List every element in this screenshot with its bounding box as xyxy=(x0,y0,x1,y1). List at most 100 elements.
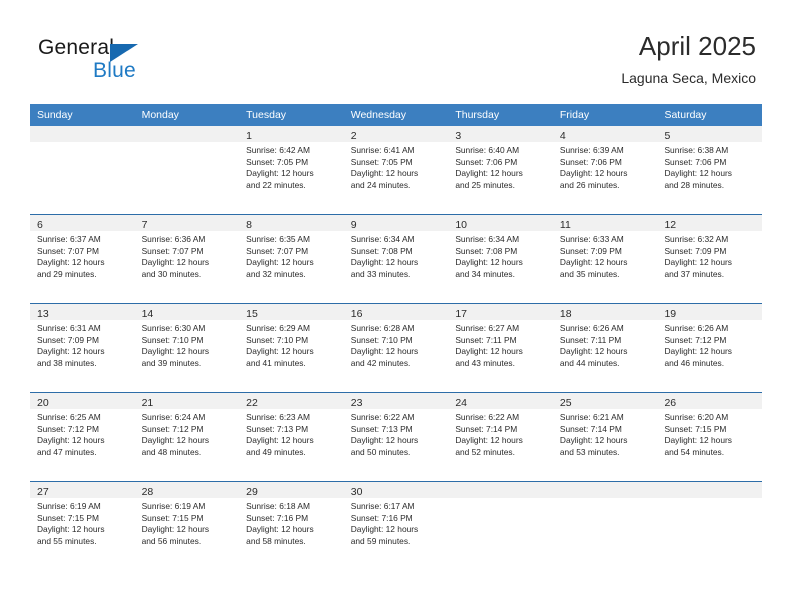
sunset-text: Sunset: 7:05 PM xyxy=(350,156,413,167)
day-cell[interactable]: 20 Sunrise: 6:25 AM Sunset: 7:12 PM Dayligh… xyxy=(30,393,135,481)
day-cell[interactable]: 5 Sunrise: 6:38 AM Sunset: 7:06 PM Daylight… xyxy=(657,126,763,214)
day-cell[interactable]: 30 Sunrise: 6:17 AM Sunset: 7:16 PM Dayligh… xyxy=(343,482,449,570)
day-number-strip: 28 xyxy=(134,482,240,498)
week-row: 20 Sunrise: 6:25 AM Sunset: 7:12 PM Dayligh… xyxy=(30,392,763,481)
sunrise-text: Sunrise: 6:20 AM xyxy=(664,412,729,422)
day-cell[interactable]: 19 Sunrise: 6:26 AM Sunset: 7:12 PM Dayligh… xyxy=(657,304,763,392)
day-cell[interactable]: 1 Sunrise: 6:42 AM Sunset: 7:05 PM Daylight… xyxy=(239,126,344,214)
sunset-text: Sunset: 7:12 PM xyxy=(37,423,99,434)
daylight-text-line1: Daylight: 12 hours xyxy=(37,524,105,535)
day-cell[interactable]: 29 Sunrise: 6:18 AM Sunset: 7:16 PM Dayligh… xyxy=(239,482,344,570)
day-cell[interactable]: 27 Sunrise: 6:19 AM Sunset: 7:15 PM Dayligh… xyxy=(30,482,135,570)
day-number: 22 xyxy=(246,397,258,409)
daylight-text-line1: Daylight: 12 hours xyxy=(246,257,314,268)
daylight-text-line1: Daylight: 12 hours xyxy=(141,435,210,446)
day-details: Sunrise: 6:22 AM Sunset: 7:13 PM Daylight:… xyxy=(344,409,449,458)
daylight-text-line1: Daylight: 12 hours xyxy=(141,346,210,357)
daylight-text-line1: Daylight: 12 hours xyxy=(455,257,523,268)
day-cell[interactable]: 11 Sunrise: 6:33 AM Sunset: 7:09 PM Dayligh… xyxy=(552,215,658,303)
day-details: Sunrise: 6:21 AM Sunset: 7:14 PM Daylight:… xyxy=(553,409,658,458)
day-number-strip: 16 xyxy=(343,304,449,320)
day-number: 30 xyxy=(350,486,363,498)
day-number-strip: 23 xyxy=(343,393,449,409)
daylight-text-line2: and 54 minutes. xyxy=(664,446,725,457)
day-number: 12 xyxy=(664,219,677,231)
day-number-strip: 8 xyxy=(239,215,344,231)
day-details: Sunrise: 6:27 AM Sunset: 7:11 PM Daylight:… xyxy=(448,320,553,369)
day-number: 28 xyxy=(141,486,154,498)
day-number-strip: 5 xyxy=(657,126,763,142)
day-details: Sunrise: 6:28 AM Sunset: 7:10 PM Daylight:… xyxy=(344,320,449,369)
day-cell[interactable]: 13 Sunrise: 6:31 AM Sunset: 7:09 PM Dayligh… xyxy=(30,304,135,392)
brand-logo[interactable]: General Blue xyxy=(38,36,248,88)
sunrise-text: Sunrise: 6:35 AM xyxy=(246,234,310,244)
day-details: Sunrise: 6:36 AM Sunset: 7:07 PM Daylight:… xyxy=(135,231,240,280)
day-cell[interactable]: 4 Sunrise: 6:39 AM Sunset: 7:06 PM Daylight… xyxy=(552,126,658,214)
day-cell[interactable]: 21 Sunrise: 6:24 AM Sunset: 7:12 PM Dayligh… xyxy=(134,393,240,481)
day-cell[interactable]: 2 Sunrise: 6:41 AM Sunset: 7:05 PM Daylight… xyxy=(343,126,449,214)
sunset-text: Sunset: 7:14 PM xyxy=(559,423,622,434)
day-number-strip: 13 xyxy=(30,304,135,320)
daylight-text-line2: and 25 minutes. xyxy=(455,179,515,190)
daylight-text-line1: Daylight: 12 hours xyxy=(141,524,210,535)
day-cell[interactable]: 16 Sunrise: 6:28 AM Sunset: 7:10 PM Dayligh… xyxy=(343,304,449,392)
day-number-strip xyxy=(448,482,553,498)
day-cell[interactable]: 28 Sunrise: 6:19 AM Sunset: 7:15 PM Dayligh… xyxy=(134,482,240,570)
daylight-text-line1: Daylight: 12 hours xyxy=(559,346,628,357)
day-cell[interactable]: 17 Sunrise: 6:27 AM Sunset: 7:11 PM Dayligh… xyxy=(448,304,553,392)
sunrise-text: Sunrise: 6:22 AM xyxy=(455,412,520,422)
day-number: 5 xyxy=(664,130,671,142)
day-number-strip: 19 xyxy=(657,304,763,320)
day-details: Sunrise: 6:41 AM Sunset: 7:05 PM Daylight:… xyxy=(344,142,449,191)
day-number-strip: 12 xyxy=(657,215,763,231)
page-subtitle: Laguna Seca, Mexico xyxy=(621,70,756,86)
sunrise-text: Sunrise: 6:42 AM xyxy=(246,145,310,155)
weekday-header-monday: Monday xyxy=(141,109,179,121)
day-cell[interactable]: 22 Sunrise: 6:23 AM Sunset: 7:13 PM Dayligh… xyxy=(239,393,344,481)
day-number: 27 xyxy=(37,486,49,498)
day-cell[interactable]: 18 Sunrise: 6:26 AM Sunset: 7:11 PM Dayligh… xyxy=(552,304,658,392)
day-cell[interactable]: 12 Sunrise: 6:32 AM Sunset: 7:09 PM Dayligh… xyxy=(657,215,763,303)
day-number-strip: 18 xyxy=(552,304,658,320)
day-number: 1 xyxy=(246,130,252,142)
daylight-text-line2: and 44 minutes. xyxy=(559,357,620,368)
page-header: General Blue April 2025 Laguna Seca, Mex… xyxy=(0,0,792,104)
day-cell[interactable]: 8 Sunrise: 6:35 AM Sunset: 7:07 PM Daylight… xyxy=(239,215,344,303)
day-cell[interactable]: 23 Sunrise: 6:22 AM Sunset: 7:13 PM Dayligh… xyxy=(343,393,449,481)
daylight-text-line2: and 49 minutes. xyxy=(246,446,306,457)
sunset-text: Sunset: 7:13 PM xyxy=(350,423,413,434)
day-cell[interactable]: 3 Sunrise: 6:40 AM Sunset: 7:06 PM Daylight… xyxy=(448,126,553,214)
day-cell[interactable]: 14 Sunrise: 6:30 AM Sunset: 7:10 PM Dayligh… xyxy=(134,304,240,392)
daylight-text-line2: and 43 minutes. xyxy=(455,357,515,368)
weekday-header-tuesday: Tuesday xyxy=(246,109,287,121)
day-details: Sunrise: 6:26 AM Sunset: 7:11 PM Daylight:… xyxy=(553,320,658,369)
weekday-header-friday: Friday xyxy=(559,109,590,121)
day-cell[interactable]: 26 Sunrise: 6:20 AM Sunset: 7:15 PM Dayligh… xyxy=(657,393,763,481)
day-cell[interactable]: 9 Sunrise: 6:34 AM Sunset: 7:08 PM Daylight… xyxy=(343,215,449,303)
sunset-text: Sunset: 7:08 PM xyxy=(350,245,413,256)
day-cell[interactable]: 6 Sunrise: 6:37 AM Sunset: 7:07 PM Daylight… xyxy=(30,215,135,303)
sunset-text: Sunset: 7:11 PM xyxy=(559,334,622,345)
day-cell[interactable]: 7 Sunrise: 6:36 AM Sunset: 7:07 PM Daylight… xyxy=(134,215,240,303)
sunrise-text: Sunrise: 6:23 AM xyxy=(246,412,310,422)
sunset-text: Sunset: 7:12 PM xyxy=(141,423,204,434)
sunset-text: Sunset: 7:13 PM xyxy=(246,423,309,434)
day-number: 23 xyxy=(350,397,363,409)
day-details: Sunrise: 6:29 AM Sunset: 7:10 PM Daylight:… xyxy=(239,320,344,369)
sunrise-text: Sunrise: 6:36 AM xyxy=(141,234,206,244)
sunrise-text: Sunrise: 6:30 AM xyxy=(141,323,206,333)
sunset-text: Sunset: 7:10 PM xyxy=(141,334,204,345)
daylight-text-line1: Daylight: 12 hours xyxy=(559,168,628,179)
day-cell[interactable]: 25 Sunrise: 6:21 AM Sunset: 7:14 PM Dayligh… xyxy=(552,393,658,481)
day-cell[interactable]: 10 Sunrise: 6:34 AM Sunset: 7:08 PM Dayligh… xyxy=(448,215,553,303)
day-number: 10 xyxy=(455,219,467,231)
title-block: April 2025 Laguna Seca, Mexico xyxy=(621,30,756,88)
sunrise-text: Sunrise: 6:29 AM xyxy=(246,323,310,333)
day-cell[interactable]: 15 Sunrise: 6:29 AM Sunset: 7:10 PM Dayligh… xyxy=(239,304,344,392)
day-number-strip: 26 xyxy=(657,393,763,409)
weekday-header-wednesday: Wednesday xyxy=(350,109,406,121)
day-cell[interactable]: 24 Sunrise: 6:22 AM Sunset: 7:14 PM Dayligh… xyxy=(448,393,553,481)
daylight-text-line2: and 28 minutes. xyxy=(664,179,725,190)
day-number-strip: 6 xyxy=(30,215,135,231)
sunrise-text: Sunrise: 6:26 AM xyxy=(664,323,729,333)
